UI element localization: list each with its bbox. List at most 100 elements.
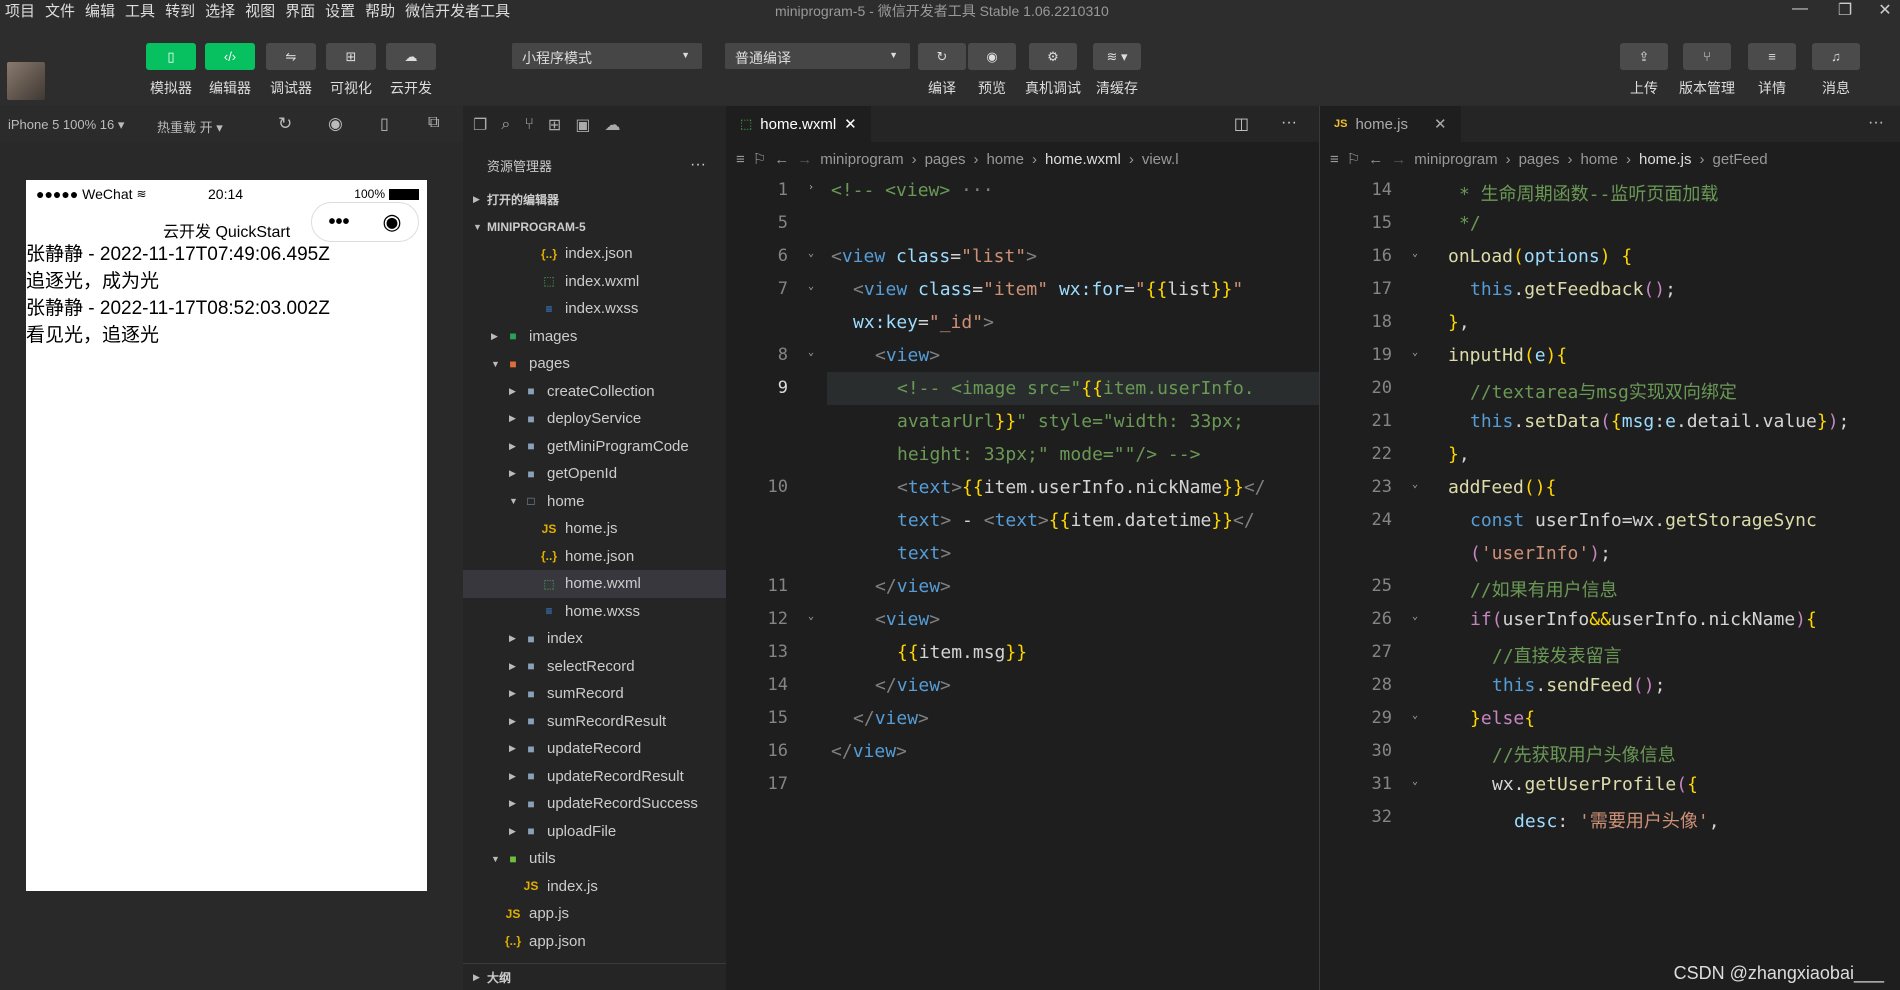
debug-button[interactable]: ⇋ bbox=[266, 43, 316, 70]
cloud-button[interactable]: ☁ bbox=[386, 43, 436, 70]
tree-item[interactable]: {..} app.json bbox=[463, 928, 726, 956]
breadcrumb-item[interactable]: home.js bbox=[1639, 151, 1692, 168]
tree-item[interactable]: ▶ ■ uploadFile bbox=[463, 818, 726, 846]
tree-item[interactable]: {..} home.json bbox=[463, 543, 726, 571]
maximize-icon[interactable]: ❐ bbox=[1825, 0, 1865, 20]
tree-item[interactable]: ▶ ■ createCollection bbox=[463, 378, 726, 406]
split-editor-icon[interactable]: ◫ bbox=[1234, 114, 1249, 134]
tree-item[interactable]: ≡ index.wxss bbox=[463, 295, 726, 323]
tree-item[interactable]: ▼ ■ utils bbox=[463, 845, 726, 873]
more-dots-icon[interactable]: ••• bbox=[328, 211, 349, 234]
menu-item[interactable]: 视图 bbox=[240, 0, 280, 21]
breadcrumb-item[interactable]: view.l bbox=[1142, 151, 1179, 168]
bell-button[interactable]: ♫ bbox=[1812, 43, 1860, 70]
tree-item[interactable]: ▶ ■ getOpenId bbox=[463, 460, 726, 488]
tree-item[interactable]: ▶ ■ deployService bbox=[463, 405, 726, 433]
back-arrow-icon[interactable]: ← bbox=[1368, 151, 1383, 168]
tree-item[interactable]: JS index.js bbox=[463, 873, 726, 901]
refresh-button[interactable]: ↻ bbox=[918, 43, 966, 70]
close-icon[interactable]: ✕ bbox=[1865, 0, 1900, 20]
tree-item[interactable]: ▶ ■ index bbox=[463, 625, 726, 653]
tree-item[interactable]: ▼ □ home bbox=[463, 488, 726, 516]
cloud-icon[interactable]: ☁ bbox=[604, 115, 620, 135]
tree-item[interactable]: JS app.js bbox=[463, 900, 726, 928]
layout-button[interactable]: ⊞ bbox=[326, 43, 376, 70]
popout-icon[interactable]: ⧉ bbox=[428, 114, 439, 132]
tree-item[interactable]: ▶ ■ updateRecord bbox=[463, 735, 726, 763]
fold-icon[interactable]: ⌄ bbox=[1412, 611, 1418, 622]
forward-arrow-icon[interactable]: → bbox=[1391, 151, 1406, 168]
fold-icon[interactable]: ⌄ bbox=[1412, 710, 1418, 721]
bookmark-icon[interactable]: ⚐ bbox=[1347, 150, 1360, 168]
tree-item[interactable]: ▶ ■ sumRecordResult bbox=[463, 708, 726, 736]
branch-button[interactable]: ⑂ bbox=[1683, 43, 1731, 70]
breadcrumb-item[interactable]: pages bbox=[1519, 151, 1560, 168]
tree-item[interactable]: ▶ ■ updateRecordResult bbox=[463, 763, 726, 791]
fold-icon[interactable]: ⌄ bbox=[808, 281, 814, 292]
fold-icon[interactable]: ⌄ bbox=[1412, 347, 1418, 358]
fold-icon[interactable]: ⌄ bbox=[808, 248, 814, 259]
tree-item[interactable]: ▶ ■ getMiniProgramCode bbox=[463, 433, 726, 461]
menu-item[interactable]: 文件 bbox=[40, 0, 80, 21]
menu-item[interactable]: 工具 bbox=[120, 0, 160, 21]
mode-select[interactable]: 小程序模式 ▼ bbox=[512, 43, 702, 69]
tab-close-icon[interactable]: ✕ bbox=[844, 115, 857, 133]
fold-icon[interactable]: ⌄ bbox=[1412, 248, 1418, 259]
user-avatar[interactable] bbox=[7, 62, 45, 100]
search-icon[interactable]: ⌕ bbox=[501, 116, 510, 134]
open-editors-section[interactable]: ▶ 打开的编辑器 bbox=[463, 186, 726, 213]
tab-home-wxml[interactable]: ⬚ home.wxml ✕ bbox=[726, 106, 871, 142]
tab-close-icon[interactable]: ✕ bbox=[1434, 115, 1447, 133]
fold-icon[interactable]: ⌄ bbox=[1412, 776, 1418, 787]
capsule-menu[interactable]: ••• ◉ bbox=[311, 202, 419, 242]
rotate-icon[interactable]: ↻ bbox=[278, 114, 292, 134]
breadcrumb-item[interactable]: home bbox=[1580, 151, 1618, 168]
more-icon[interactable]: ··· bbox=[1281, 114, 1297, 132]
tree-item[interactable]: ⬚ index.wxml bbox=[463, 268, 726, 296]
eye-button[interactable]: ◉ bbox=[968, 43, 1016, 70]
breadcrumb-item[interactable]: getFeed bbox=[1713, 151, 1768, 168]
fold-icon[interactable]: ⌄ bbox=[808, 611, 814, 622]
more-icon[interactable]: ··· bbox=[690, 156, 706, 174]
outline-icon[interactable]: ≡ bbox=[1330, 151, 1339, 168]
record-icon[interactable]: ◉ bbox=[328, 114, 343, 134]
menu-item[interactable]: 转到 bbox=[160, 0, 200, 21]
menu-item[interactable]: 微信开发者工具 bbox=[400, 0, 515, 21]
breadcrumb-item[interactable]: miniprogram bbox=[1414, 151, 1497, 168]
menu-item[interactable]: 界面 bbox=[280, 0, 320, 21]
tree-item[interactable]: ▶ ■ updateRecordSuccess bbox=[463, 790, 726, 818]
fold-icon[interactable]: › bbox=[808, 182, 814, 193]
tree-item[interactable]: ▶ ■ images bbox=[463, 323, 726, 351]
breadcrumb-item[interactable]: home.wxml bbox=[1045, 151, 1121, 168]
phone-icon[interactable]: ▯ bbox=[380, 114, 389, 134]
tree-item[interactable]: ▼ ■ pages bbox=[463, 350, 726, 378]
debug-icon[interactable]: ▣ bbox=[575, 115, 590, 135]
bug-button[interactable]: ⚙ bbox=[1029, 43, 1077, 70]
outline-section[interactable]: ▶ 大纲 bbox=[463, 963, 726, 990]
extensions-icon[interactable]: ⊞ bbox=[548, 115, 561, 135]
bookmark-icon[interactable]: ⚐ bbox=[753, 150, 766, 168]
more-icon[interactable]: ··· bbox=[1868, 114, 1884, 132]
device-select[interactable]: iPhone 5 100% 16 ▾ bbox=[8, 117, 124, 133]
hot-reload-toggle[interactable]: 热重载 开 ▾ bbox=[157, 117, 223, 136]
tree-item[interactable]: ⬚ home.wxml bbox=[463, 570, 726, 598]
outline-icon[interactable]: ≡ bbox=[736, 151, 745, 168]
minimize-icon[interactable]: — bbox=[1780, 0, 1820, 18]
phone-button[interactable]: ▯ bbox=[146, 43, 196, 70]
menu-item[interactable]: 编辑 bbox=[80, 0, 120, 21]
git-icon[interactable]: ⑂ bbox=[524, 116, 534, 134]
tab-home-js[interactable]: JS home.js ✕ bbox=[1320, 106, 1461, 142]
tree-item[interactable]: {..} index.json bbox=[463, 240, 726, 268]
files-icon[interactable]: ❐ bbox=[473, 115, 487, 135]
compile-select[interactable]: 普通编译 ▼ bbox=[725, 43, 910, 69]
menu-item[interactable]: 选择 bbox=[200, 0, 240, 21]
menu-item[interactable]: 设置 bbox=[320, 0, 360, 21]
breadcrumb-item[interactable]: pages bbox=[925, 151, 966, 168]
fold-icon[interactable]: ⌄ bbox=[1412, 479, 1418, 490]
code-button[interactable]: ‹/› bbox=[205, 43, 255, 70]
back-arrow-icon[interactable]: ← bbox=[774, 151, 789, 168]
tree-item[interactable]: ▶ ■ selectRecord bbox=[463, 653, 726, 681]
fold-icon[interactable]: ⌄ bbox=[808, 347, 814, 358]
tree-item[interactable]: JS home.js bbox=[463, 515, 726, 543]
breadcrumb-item[interactable]: miniprogram bbox=[820, 151, 903, 168]
